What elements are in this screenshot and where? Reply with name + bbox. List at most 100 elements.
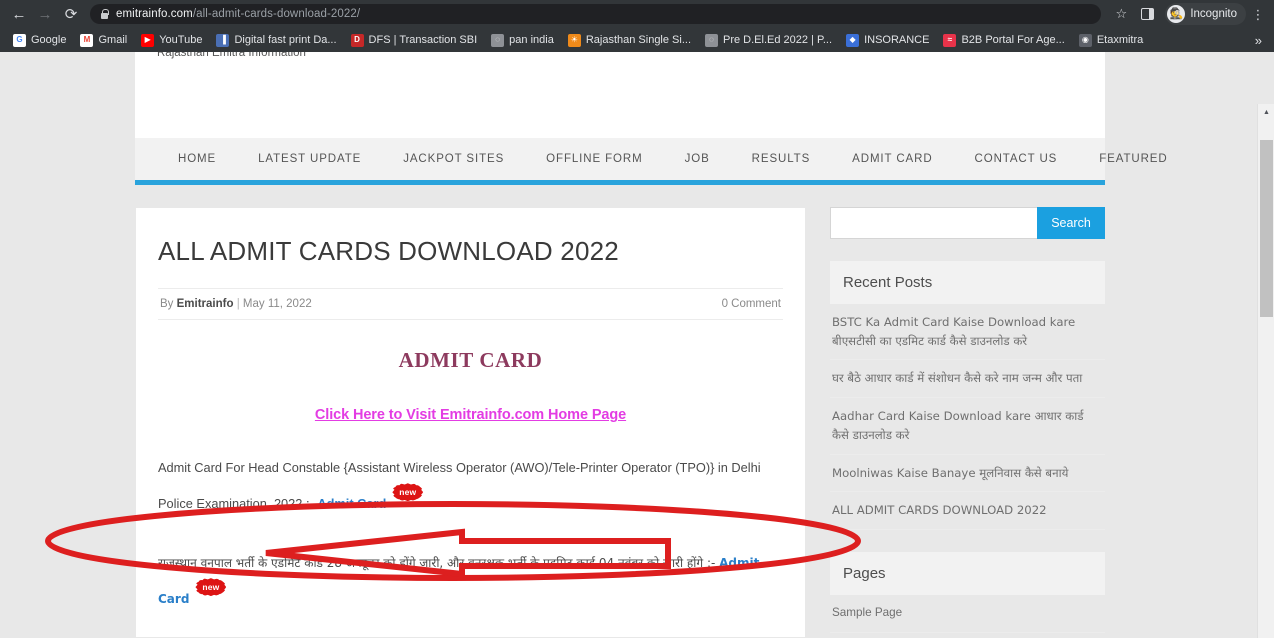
scrollbar-thumb[interactable] xyxy=(1260,140,1273,317)
comment-count[interactable]: 0 Comment xyxy=(722,298,781,310)
side-panel-icon[interactable] xyxy=(1141,8,1155,20)
post-date: May 11, 2022 xyxy=(242,298,312,311)
nav-item-jackpot-sites[interactable]: JACKPOT SITES xyxy=(382,153,525,165)
bookmark-item[interactable]: ≈ B2B Portal For Age... xyxy=(936,32,1071,49)
scroll-up-arrow-icon[interactable]: ▲ xyxy=(1258,104,1274,121)
bookmark-favicon-icon: M xyxy=(80,33,94,47)
bookmark-favicon-icon: G xyxy=(13,33,26,47)
list-item[interactable]: Sample Page xyxy=(830,595,1105,633)
visit-home-page-link[interactable]: Click Here to Visit Emitrainfo.com Home … xyxy=(158,407,783,423)
paragraph-vanpal-hindi-text: राजस्थान वनपाल भर्ती के एडमिट कार्ड 28 अ… xyxy=(158,556,720,571)
incognito-label: Incognito xyxy=(1190,8,1237,20)
bookmark-label: Pre D.El.Ed 2022 | P... xyxy=(723,34,833,46)
bookmark-label: Rajasthan Single Si... xyxy=(585,34,691,46)
web-page: Rajasthan Emitra Information HOME LATEST … xyxy=(0,52,1257,638)
nav-item-latest-update[interactable]: LATEST UPDATE xyxy=(237,153,382,165)
nav-item-contact-us[interactable]: CONTACT US xyxy=(954,153,1079,165)
bookmark-item[interactable]: ◉ Etaxmitra xyxy=(1072,32,1150,49)
recent-posts-title: Recent Posts xyxy=(830,261,1105,304)
kebab-menu-icon[interactable]: ⋮ xyxy=(1248,8,1268,21)
bookmark-item[interactable]: ◌ Pre D.El.Ed 2022 | P... xyxy=(698,32,839,49)
toolbar-right-actions: ☆ 🕵 Incognito ⋮ xyxy=(1109,3,1268,25)
byline-prefix: By xyxy=(160,298,174,311)
lock-icon xyxy=(100,9,109,20)
nav-item-home[interactable]: HOME xyxy=(157,153,237,165)
incognito-icon: 🕵 xyxy=(1167,5,1186,23)
bookmark-label: INSORANCE xyxy=(864,34,930,46)
page-title: ALL ADMIT CARDS DOWNLOAD 2022 xyxy=(158,236,619,266)
list-item[interactable]: ALL ADMIT CARDS DOWNLOAD 2022 xyxy=(830,492,1105,531)
bookmark-favicon-icon: ▶ xyxy=(141,33,155,47)
list-item[interactable]: घर बैठे आधार कार्ड में संशोधन कैसे करे न… xyxy=(830,360,1105,399)
bookmark-label: DFS | Transaction SBI xyxy=(368,34,478,46)
new-badge: new xyxy=(392,483,424,502)
site-navigation: HOME LATEST UPDATE JACKPOT SITES OFFLINE FO… xyxy=(135,138,1167,185)
bookmark-label: Google xyxy=(31,34,67,46)
search-form: Search xyxy=(830,207,1105,239)
pages-list: Sample Page xyxy=(830,595,1105,633)
recent-posts-list: BSTC Ka Admit Card Kaise Download kare ब… xyxy=(830,304,1105,531)
nav-item-admit-card[interactable]: ADMIT CARD xyxy=(831,153,953,165)
list-item[interactable]: Aadhar Card Kaise Download kare आधार कार… xyxy=(830,398,1105,455)
browser-toolbar: ← → ⟳ emitrainfo.com/all-admit-cards-dow… xyxy=(0,0,1274,28)
page-viewport: Rajasthan Emitra Information HOME LATEST … xyxy=(0,52,1274,638)
site-container: Rajasthan Emitra Information HOME LATEST … xyxy=(135,52,1167,185)
star-icon[interactable]: ☆ xyxy=(1109,6,1133,22)
article: ALL ADMIT CARDS DOWNLOAD 2022 By Emitrai… xyxy=(135,207,806,638)
bookmark-item[interactable]: ☀ Rajasthan Single Si... xyxy=(561,32,698,49)
search-input[interactable] xyxy=(830,207,1037,239)
address-bar[interactable]: emitrainfo.com/all-admit-cards-download-… xyxy=(90,4,1102,24)
list-item[interactable]: BSTC Ka Admit Card Kaise Download kare ब… xyxy=(830,304,1105,361)
bookmarks-bar: G Google M Gmail ▶ YouTube ▐ Digital fast print… xyxy=(0,28,1274,52)
search-button[interactable]: Search xyxy=(1037,207,1105,239)
paragraph-delhi-police-text: Admit Card For Head Constable {Assistant… xyxy=(158,460,761,512)
bookmark-item[interactable]: ◌ pan india xyxy=(484,32,561,49)
back-arrow-icon[interactable]: ← xyxy=(6,1,32,27)
bookmark-favicon-icon: ◌ xyxy=(705,33,718,47)
bookmark-item[interactable]: D DFS | Transaction SBI xyxy=(344,32,485,49)
nav-item-offline-form[interactable]: OFFLINE FORM xyxy=(525,153,663,165)
bookmark-item[interactable]: ◆ INSORANCE xyxy=(839,32,936,49)
new-badge: new xyxy=(195,578,227,597)
list-item[interactable]: Moolniwas Kaise Banaye मूलनिवास कैसे बना… xyxy=(830,455,1105,493)
bookmark-favicon-icon: ◆ xyxy=(846,33,860,47)
bookmark-label: pan india xyxy=(509,34,554,46)
pages-widget: Pages Sample Page xyxy=(830,552,1105,633)
incognito-indicator[interactable]: 🕵 Incognito xyxy=(1165,3,1246,25)
byline-separator: | xyxy=(236,298,240,311)
bookmark-favicon-icon: ◌ xyxy=(491,33,505,47)
nav-item-job[interactable]: JOB xyxy=(664,153,731,165)
bookmark-favicon-icon: ≈ xyxy=(943,33,957,47)
bookmark-item[interactable]: G Google xyxy=(6,32,73,49)
paragraph-delhi-police: Admit Card For Head Constable {Assistant… xyxy=(158,453,783,519)
bookmark-label: Gmail xyxy=(98,34,128,46)
address-bar-url: emitrainfo.com/all-admit-cards-download-… xyxy=(116,8,360,20)
paragraph-vanpal-hindi: राजस्थान वनपाल भर्ती के एडमिट कार्ड 28 अ… xyxy=(158,549,783,614)
nav-item-results[interactable]: RESULTS xyxy=(731,153,832,165)
post-byline: By Emitrainfo | May 11, 2022 xyxy=(160,298,312,310)
bookmark-favicon-icon: ☀ xyxy=(567,33,581,47)
bookmark-favicon-icon: D xyxy=(350,33,364,47)
page-scrollbar[interactable]: ▲ ▼ xyxy=(1257,104,1274,638)
site-header: Rajasthan Emitra Information xyxy=(135,52,1105,138)
reload-icon[interactable]: ⟳ xyxy=(58,1,84,27)
url-path: /all-admit-cards-download-2022/ xyxy=(192,8,361,20)
site-tagline: Rajasthan Emitra Information xyxy=(157,52,306,59)
bookmark-favicon-icon: ▐ xyxy=(216,33,230,47)
sidebar: Search Recent Posts BSTC Ka Admit Card K… xyxy=(806,207,1105,638)
recent-posts-widget: Recent Posts BSTC Ka Admit Card Kaise Do… xyxy=(830,261,1105,531)
pages-title: Pages xyxy=(830,552,1105,596)
post-meta: By Emitrainfo | May 11, 2022 0 Comment xyxy=(158,288,783,321)
bookmark-label: YouTube xyxy=(159,34,203,46)
admit-card-link[interactable]: Admit Card xyxy=(317,496,386,511)
bookmark-item[interactable]: ▶ YouTube xyxy=(134,32,209,49)
bookmark-item[interactable]: ▐ Digital fast print Da... xyxy=(209,32,343,49)
forward-arrow-icon[interactable]: → xyxy=(32,1,58,27)
browser-window: ← → ⟳ emitrainfo.com/all-admit-cards-dow… xyxy=(0,0,1274,638)
bookmark-item[interactable]: M Gmail xyxy=(73,32,134,49)
page-content: ALL ADMIT CARDS DOWNLOAD 2022 By Emitrai… xyxy=(135,207,1105,638)
bookmark-favicon-icon: ◉ xyxy=(1078,33,1092,47)
nav-item-featured[interactable]: FEATURED xyxy=(1078,153,1188,165)
bookmarks-overflow-icon[interactable]: » xyxy=(1255,33,1268,48)
post-author[interactable]: Emitrainfo xyxy=(177,298,234,310)
